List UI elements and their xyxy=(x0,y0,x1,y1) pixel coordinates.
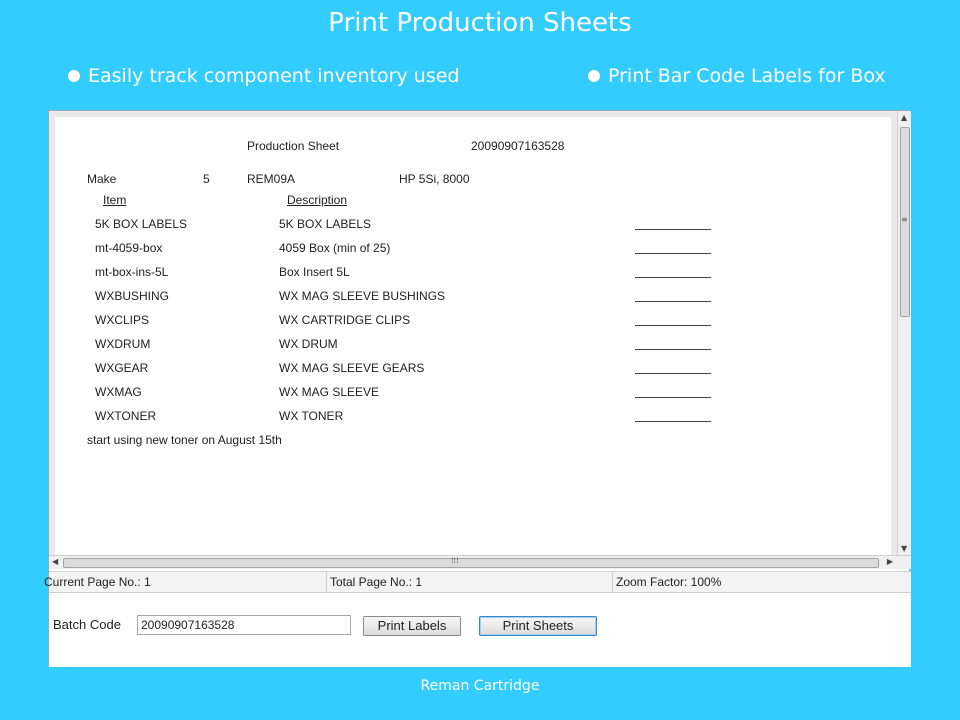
check-line xyxy=(635,253,711,254)
row-item: WXCLIPS xyxy=(95,313,150,327)
grip-icon: ≡ xyxy=(901,215,908,224)
status-bar: Current Page No.: 1 Total Page No.: 1 Zo… xyxy=(44,571,911,593)
current-page-status: Current Page No.: 1 xyxy=(41,572,327,592)
grip-icon: ⁞⁞⁞ xyxy=(451,556,459,565)
check-line xyxy=(635,325,711,326)
row-description: WX DRUM xyxy=(279,337,338,351)
row-description: WX MAG SLEEVE xyxy=(279,385,380,399)
preview-pane: Production Sheet 20090907163528 Make 5 R… xyxy=(49,111,897,555)
slide-footer: Reman Cartridge xyxy=(420,678,540,694)
bullet-text: Print Bar Code Labels for Box xyxy=(608,65,886,87)
batch-code-input[interactable] xyxy=(137,615,351,635)
check-line xyxy=(635,301,711,302)
bullet-track-inventory: Easily track component inventory used xyxy=(68,65,459,87)
row-description: Box Insert 5L xyxy=(279,265,350,279)
arrow-up-icon[interactable]: ▲ xyxy=(901,113,907,122)
arrow-left-icon[interactable]: ◀ xyxy=(52,557,58,566)
vertical-scrollbar[interactable]: ▲ ≡ ▼ xyxy=(897,111,911,555)
print-controls: Batch Code Print Labels Print Sheets xyxy=(49,593,911,667)
printer-model: HP 5Si, 8000 xyxy=(399,172,470,186)
bullet-dot-icon xyxy=(588,70,600,82)
row-item: WXDRUM xyxy=(95,337,151,351)
row-description: WX CARTRIDGE CLIPS xyxy=(279,313,411,327)
make-label: Make xyxy=(87,172,117,186)
print-sheets-button[interactable]: Print Sheets xyxy=(479,616,597,636)
row-item: WXTONER xyxy=(95,409,157,423)
row-description: WX MAG SLEEVE GEARS xyxy=(279,361,425,375)
column-header-item: Item xyxy=(103,193,127,207)
row-item: WXGEAR xyxy=(95,361,149,375)
row-item: WXMAG xyxy=(95,385,142,399)
print-preview-window: Production Sheet 20090907163528 Make 5 R… xyxy=(44,110,911,667)
row-item: mt-4059-box xyxy=(95,241,163,255)
column-header-description: Description xyxy=(287,193,348,207)
bullet-print-labels: Print Bar Code Labels for Box xyxy=(588,65,886,87)
row-description: 5K BOX LABELS xyxy=(279,217,372,231)
sheet-title: Production Sheet xyxy=(247,139,340,153)
row-description: 4059 Box (min of 25) xyxy=(279,241,391,255)
sheet-batch-id: 20090907163528 xyxy=(471,139,565,153)
row-item: 5K BOX LABELS xyxy=(95,217,188,231)
horizontal-scroll-thumb[interactable] xyxy=(63,558,879,568)
arrow-down-icon[interactable]: ▼ xyxy=(901,544,907,553)
row-description: WX TONER xyxy=(279,409,344,423)
sheet-note: start using new toner on August 15th xyxy=(87,433,282,447)
bullet-dot-icon xyxy=(68,70,80,82)
row-item: WXBUSHING xyxy=(95,289,170,303)
arrow-right-icon[interactable]: ▶ xyxy=(887,557,893,566)
check-line xyxy=(635,229,711,230)
check-line xyxy=(635,397,711,398)
check-line xyxy=(635,373,711,374)
make-qty: 5 xyxy=(203,172,210,186)
row-description: WX MAG SLEEVE BUSHINGS xyxy=(279,289,446,303)
batch-code-label: Batch Code xyxy=(53,617,121,632)
zoom-status: Zoom Factor: 100% xyxy=(616,575,722,589)
horizontal-scrollbar[interactable]: ◀ ⁞⁞⁞ ▶ xyxy=(49,555,911,569)
row-item: mt-box-ins-5L xyxy=(95,265,169,279)
check-line xyxy=(635,277,711,278)
check-line xyxy=(635,421,711,422)
check-line xyxy=(635,349,711,350)
total-page-status: Total Page No.: 1 xyxy=(327,572,613,592)
bullet-text: Easily track component inventory used xyxy=(88,65,460,87)
model-code: REM09A xyxy=(247,172,296,186)
print-labels-button[interactable]: Print Labels xyxy=(363,616,461,636)
slide-title: Print Production Sheets xyxy=(328,8,632,38)
